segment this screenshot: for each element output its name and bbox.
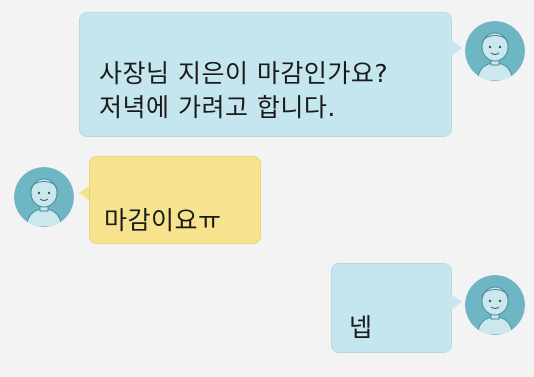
bubble-tail	[451, 40, 462, 56]
person-avatar-icon[interactable]	[14, 167, 74, 227]
person-avatar-icon[interactable]	[465, 21, 525, 81]
message-bubble-sent[interactable]: 사장님 지은이 마감인가요? 저녁에 가려고 합니다.	[79, 12, 452, 137]
person-avatar-icon[interactable]	[465, 275, 525, 335]
message-bubble-sent[interactable]: 넵	[331, 263, 452, 353]
message-text: 사장님 지은이 마감인가요? 저녁에 가려고 합니다.	[99, 59, 389, 122]
bubble-tail	[451, 294, 462, 310]
message-text: 마감이요ㅠ	[104, 206, 222, 235]
message-bubble-received[interactable]: 마감이요ㅠ	[89, 156, 261, 244]
message-text: 넵	[349, 313, 373, 342]
